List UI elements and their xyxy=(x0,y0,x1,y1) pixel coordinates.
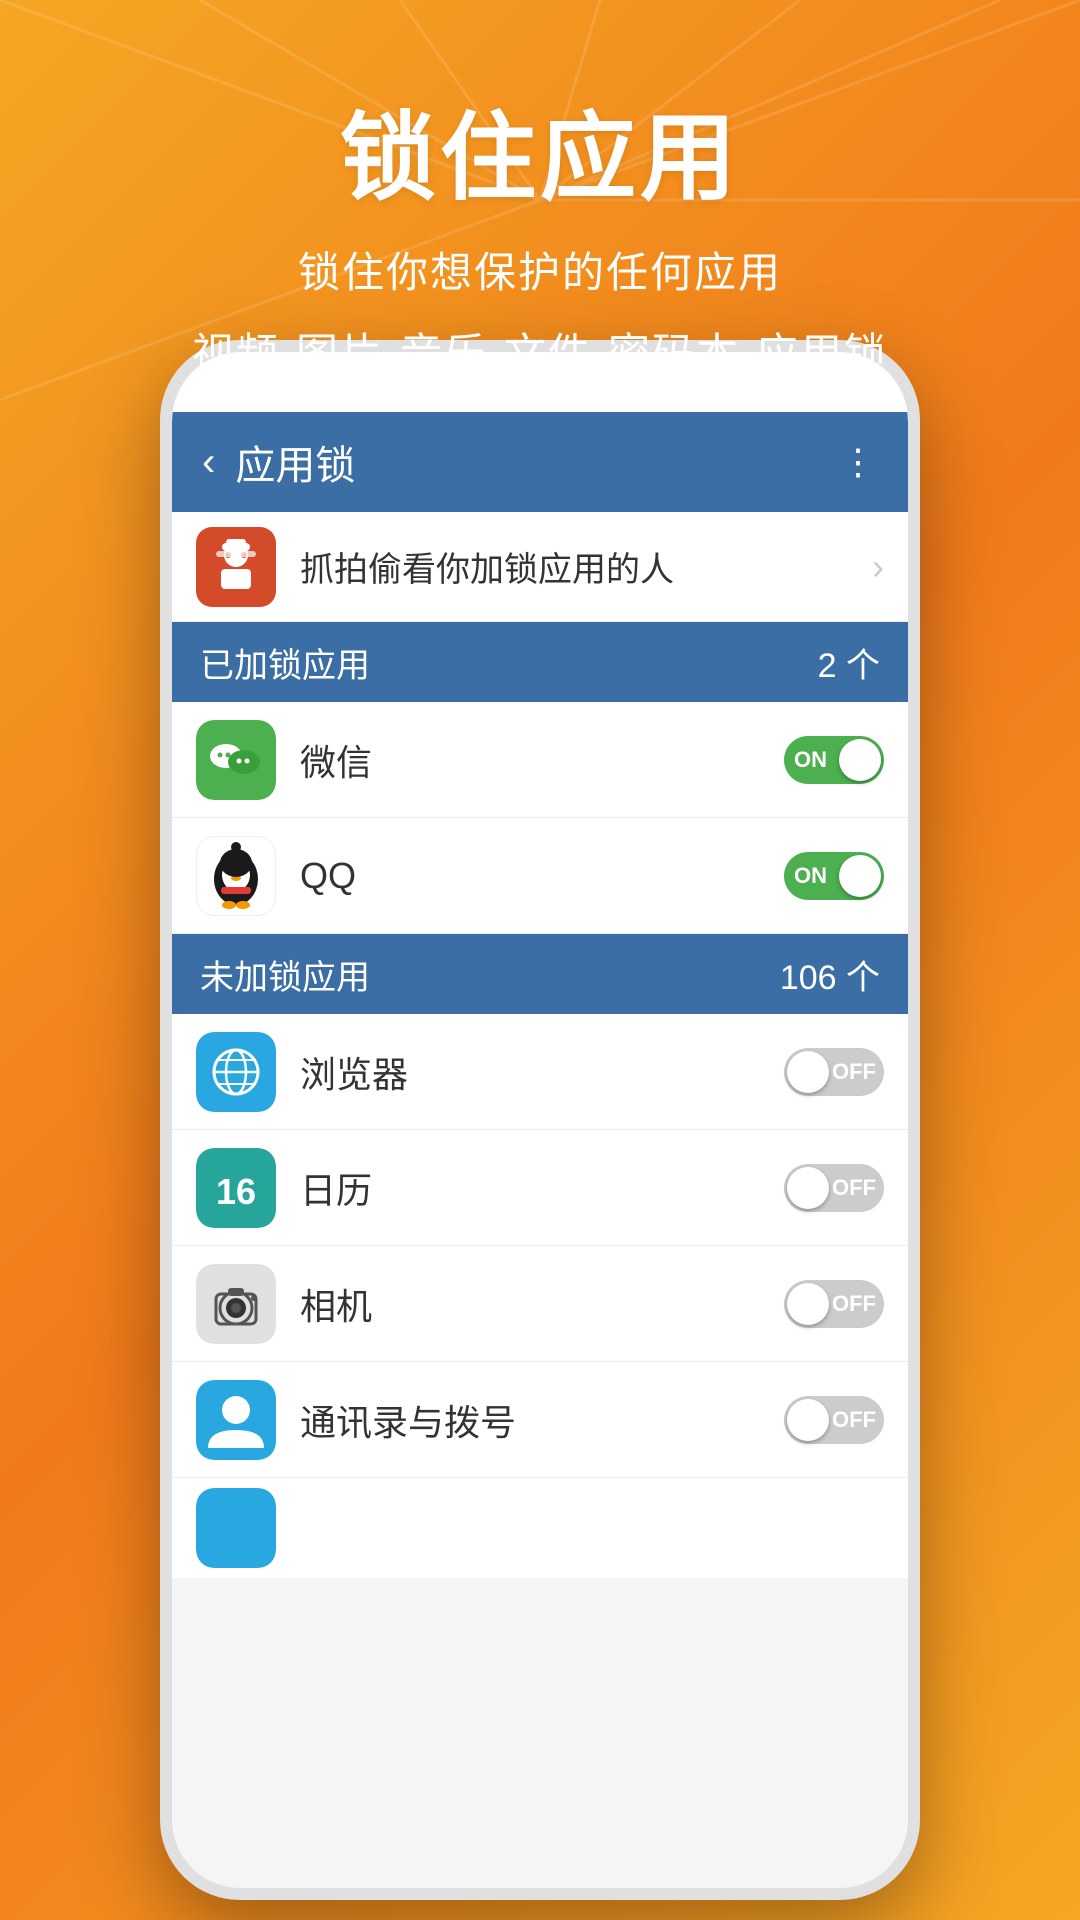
calendar-toggle-wrap: OFF xyxy=(784,1164,884,1212)
contacts-toggle-label: OFF xyxy=(832,1407,876,1433)
svg-text:16: 16 xyxy=(216,1171,256,1212)
wechat-toggle-thumb xyxy=(839,739,881,781)
browser-toggle-thumb xyxy=(787,1051,829,1093)
more-options-button[interactable]: ⋮ xyxy=(840,441,878,483)
camera-toggle-thumb xyxy=(787,1283,829,1325)
calendar-icon: 16 xyxy=(196,1148,276,1228)
contacts-icon xyxy=(196,1380,276,1460)
calendar-app-row: 16 日历 OFF xyxy=(172,1130,908,1246)
calendar-toggle[interactable]: OFF xyxy=(784,1164,884,1212)
locked-section-count: 2 个 xyxy=(818,638,880,687)
spy-icon xyxy=(206,537,266,597)
browser-toggle[interactable]: OFF xyxy=(784,1048,884,1096)
sub-title-1: 锁住你想保护的任何应用 xyxy=(0,239,1080,300)
qq-toggle-wrap: ON xyxy=(784,852,884,900)
app-content: 抓拍偷看你加锁应用的人 › 已加锁应用 2 个 xyxy=(172,512,908,1888)
browser-app-name: 浏览器 xyxy=(300,1046,784,1098)
qq-toggle[interactable]: ON xyxy=(784,852,884,900)
calendar-icon-wrap: 16 xyxy=(196,1148,276,1228)
partial-app-row xyxy=(172,1478,908,1578)
qq-toggle-thumb xyxy=(839,855,881,897)
wechat-app-row: 微信 ON xyxy=(172,702,908,818)
camera-toggle[interactable]: OFF xyxy=(784,1280,884,1328)
unlocked-section-title: 未加锁应用 xyxy=(200,950,780,999)
calendar-toggle-thumb xyxy=(787,1167,829,1209)
unlocked-section-header: 未加锁应用 106 个 xyxy=(172,934,908,1014)
qq-icon-wrap xyxy=(196,836,276,916)
contacts-icon-wrap xyxy=(196,1380,276,1460)
wechat-toggle-wrap: ON xyxy=(784,736,884,784)
browser-toggle-label: OFF xyxy=(832,1059,876,1085)
spy-icon-wrap xyxy=(196,527,276,607)
camera-app-row: 相机 OFF xyxy=(172,1246,908,1362)
locked-section-header: 已加锁应用 2 个 xyxy=(172,622,908,702)
app-header-title: 应用锁 xyxy=(235,433,840,491)
spy-label: 抓拍偷看你加锁应用的人 xyxy=(300,542,872,591)
camera-toggle-label: OFF xyxy=(832,1291,876,1317)
app-header: ‹ 应用锁 ⋮ xyxy=(172,412,908,512)
wechat-app-name: 微信 xyxy=(300,734,784,786)
qq-app-row: QQ ON xyxy=(172,818,908,934)
camera-toggle-wrap: OFF xyxy=(784,1280,884,1328)
qq-icon xyxy=(197,837,275,915)
unlocked-section-count: 106 个 xyxy=(780,950,880,999)
contacts-app-name: 通讯录与拨号 xyxy=(300,1394,784,1446)
camera-app-name: 相机 xyxy=(300,1278,784,1330)
camera-icon-wrap xyxy=(196,1264,276,1344)
spy-row[interactable]: 抓拍偷看你加锁应用的人 › xyxy=(172,512,908,622)
contacts-app-row: 通讯录与拨号 OFF xyxy=(172,1362,908,1478)
phone-mockup: ‹ 应用锁 ⋮ xyxy=(160,340,920,1900)
main-title: 锁住应用 xyxy=(0,80,1080,219)
partial-icon-wrap xyxy=(196,1488,276,1568)
wechat-toggle[interactable]: ON xyxy=(784,736,884,784)
calendar-app-name: 日历 xyxy=(300,1162,784,1214)
contacts-toggle-thumb xyxy=(787,1399,829,1441)
sub-title-2: 视频·图片·音乐·文件·密码本·应用锁 xyxy=(0,320,1080,381)
browser-icon xyxy=(196,1032,276,1112)
qq-toggle-label: ON xyxy=(794,863,827,889)
partial-icon xyxy=(196,1488,276,1568)
calendar-toggle-label: OFF xyxy=(832,1175,876,1201)
browser-icon-wrap xyxy=(196,1032,276,1112)
wechat-icon-wrap xyxy=(196,720,276,800)
wechat-icon xyxy=(196,720,276,800)
browser-app-row: 浏览器 OFF xyxy=(172,1014,908,1130)
back-button[interactable]: ‹ xyxy=(202,440,215,485)
camera-icon xyxy=(196,1264,276,1344)
wechat-toggle-label: ON xyxy=(794,747,827,773)
contacts-toggle[interactable]: OFF xyxy=(784,1396,884,1444)
contacts-toggle-wrap: OFF xyxy=(784,1396,884,1444)
browser-toggle-wrap: OFF xyxy=(784,1048,884,1096)
locked-section-title: 已加锁应用 xyxy=(200,638,818,687)
qq-app-name: QQ xyxy=(300,855,784,897)
spy-chevron: › xyxy=(872,546,884,588)
